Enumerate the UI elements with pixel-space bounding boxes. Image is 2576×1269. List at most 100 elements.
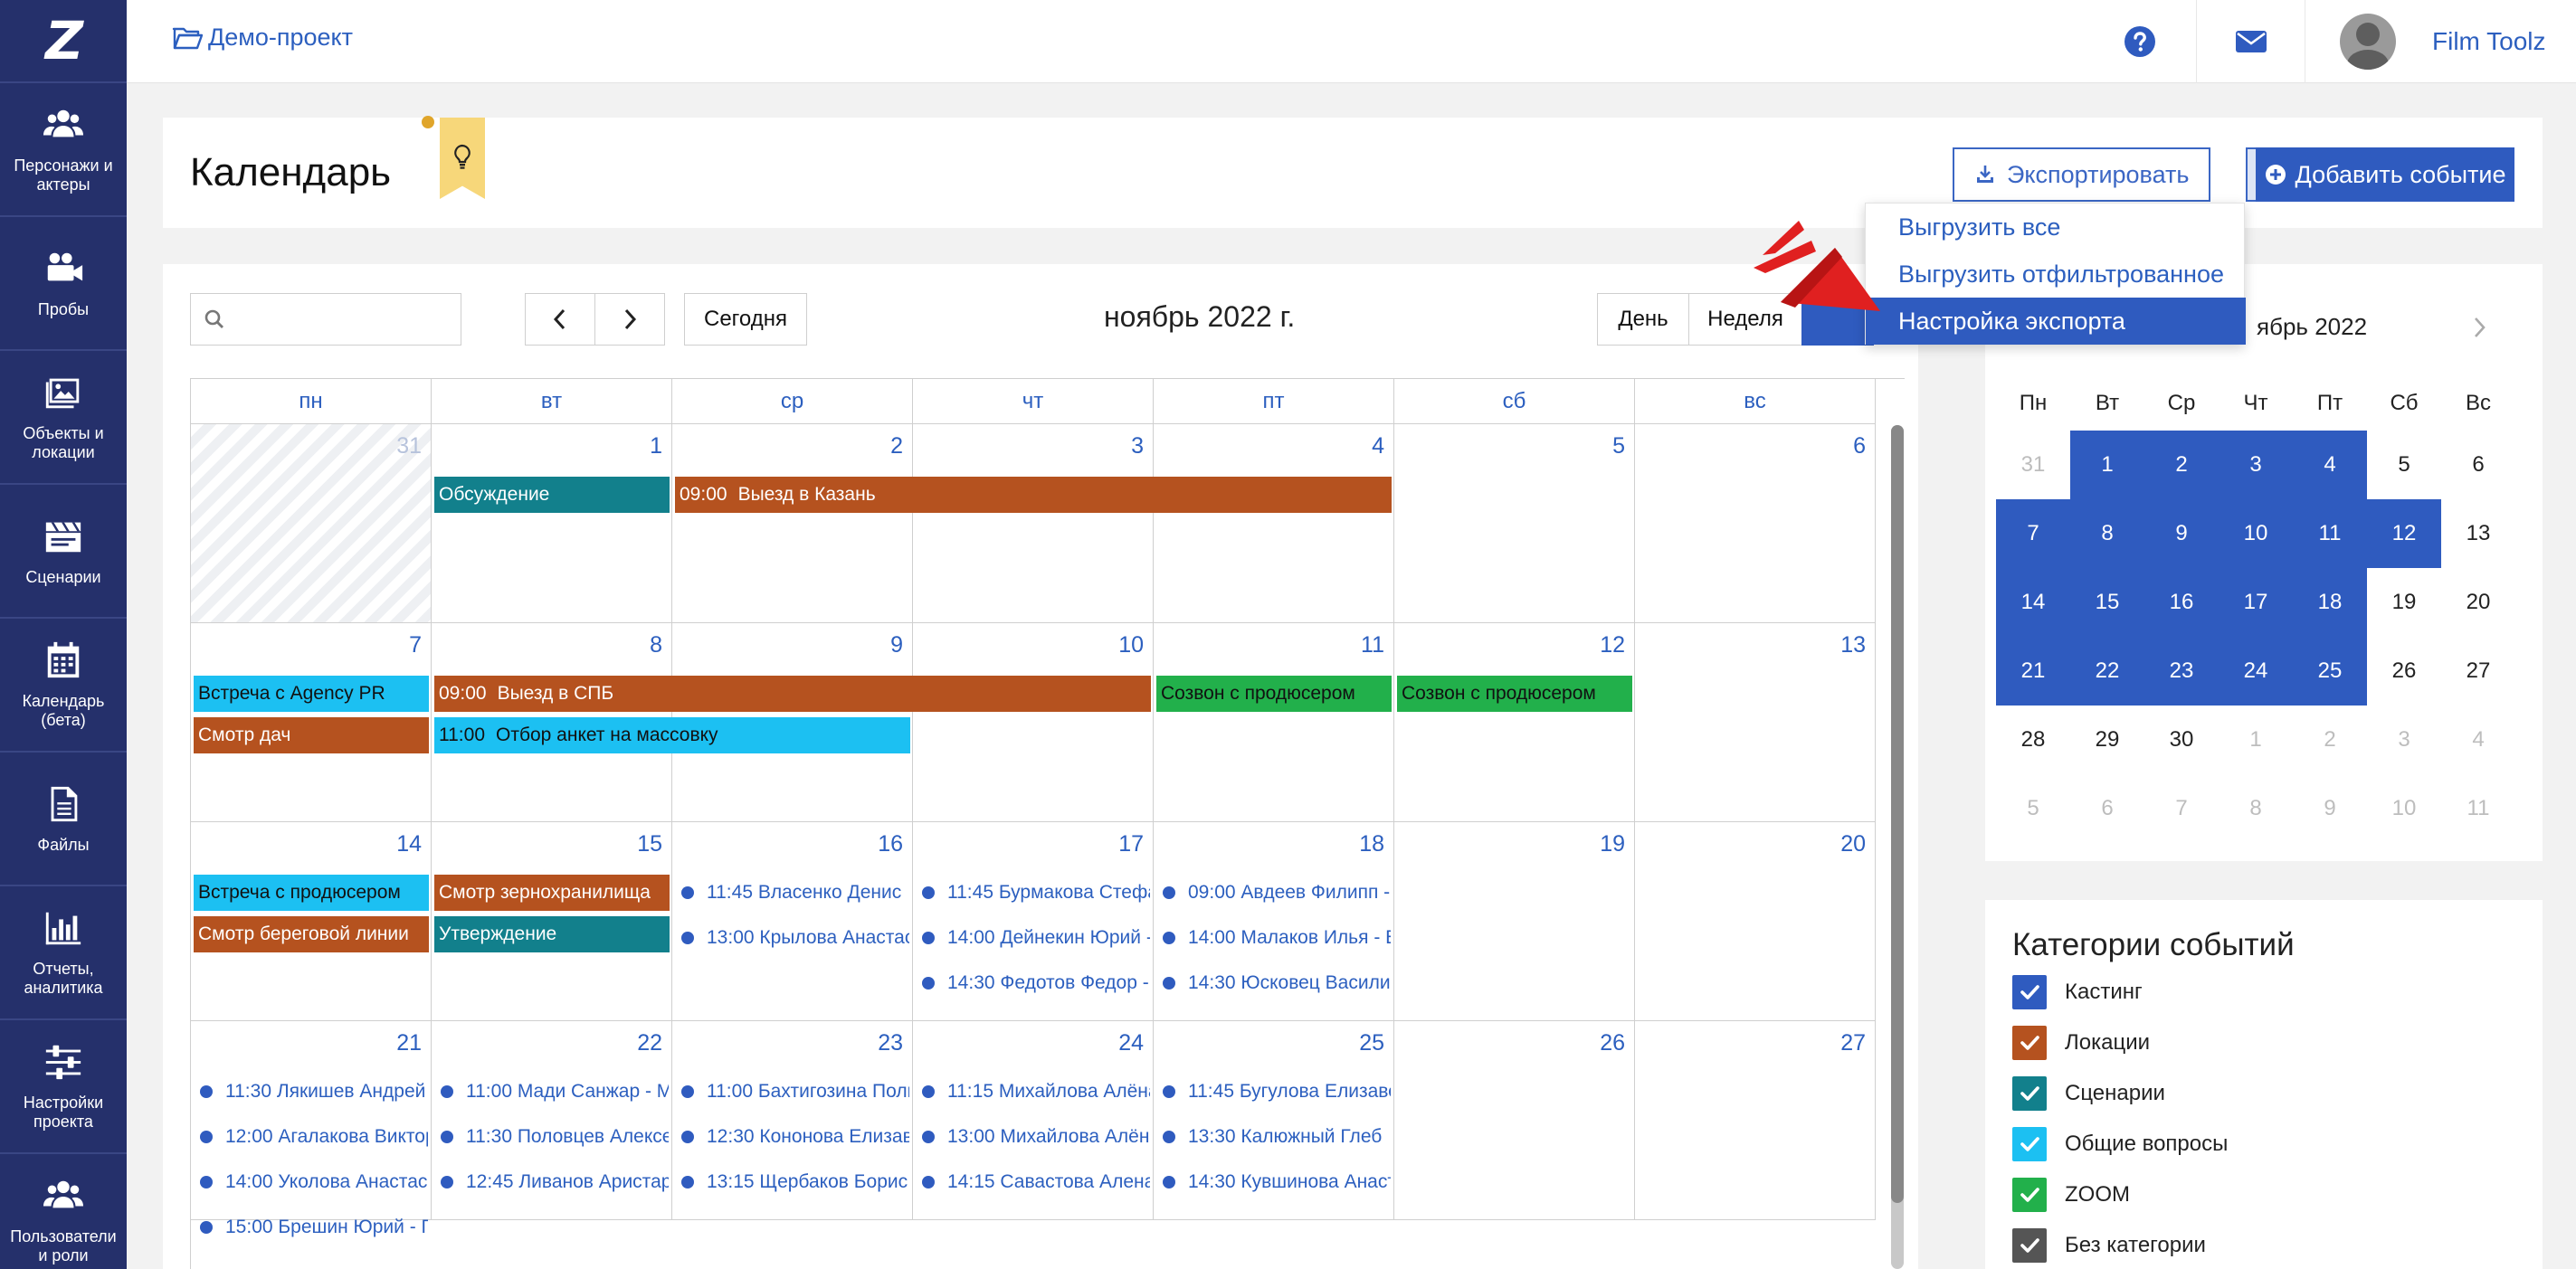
mini-day[interactable]: 15 — [2070, 568, 2144, 637]
mini-day[interactable]: 10 — [2367, 774, 2441, 843]
day-cell[interactable]: 1 — [432, 424, 672, 623]
mini-day[interactable]: 28 — [1996, 706, 2070, 774]
category-checkbox[interactable] — [2012, 1228, 2047, 1263]
sidebar-item-characters[interactable]: Персонажи и актеры — [0, 83, 127, 217]
mini-day[interactable]: 22 — [2070, 637, 2144, 706]
day-number[interactable]: 23 — [878, 1030, 903, 1056]
day-number[interactable]: 3 — [1131, 433, 1144, 459]
day-cell[interactable]: 3 — [913, 424, 1154, 623]
mini-day[interactable]: 12 — [2367, 499, 2441, 568]
mini-day[interactable]: 13 — [2441, 499, 2515, 568]
mini-day[interactable]: 8 — [2070, 499, 2144, 568]
event-item[interactable]: 13:30 Калюжный Глеб — [1163, 1119, 1391, 1155]
event-bar[interactable]: Обсуждение — [434, 477, 670, 513]
next-month-button[interactable] — [594, 293, 665, 346]
day-number[interactable]: 13 — [1840, 632, 1866, 658]
day-number[interactable]: 8 — [650, 632, 662, 658]
day-cell[interactable]: 12 — [1394, 623, 1635, 822]
day-cell[interactable]: 19 — [1394, 822, 1635, 1021]
event-item[interactable]: 11:15 Михайлова Алёна — [922, 1074, 1150, 1110]
mini-day[interactable]: 6 — [2441, 431, 2515, 499]
sidebar-item-scripts[interactable]: Сценарии — [0, 485, 127, 619]
category-checkbox[interactable] — [2012, 1076, 2047, 1111]
mini-day[interactable]: 23 — [2144, 637, 2219, 706]
day-number[interactable]: 17 — [1118, 831, 1144, 857]
day-number[interactable]: 2 — [890, 433, 903, 459]
export-button[interactable]: Экспортировать — [1953, 147, 2211, 202]
day-number[interactable]: 12 — [1600, 632, 1625, 658]
export-settings-item[interactable]: Настройка экспорта — [1866, 298, 2246, 345]
day-number[interactable]: 31 — [396, 433, 422, 459]
mini-day[interactable]: 1 — [2070, 431, 2144, 499]
search-field[interactable] — [190, 293, 461, 346]
day-number[interactable]: 26 — [1600, 1030, 1625, 1056]
event-bar[interactable]: Созвон с продюсером — [1397, 676, 1632, 712]
category-item[interactable]: Общие вопросы — [2012, 1126, 2228, 1162]
mini-day[interactable]: 3 — [2367, 706, 2441, 774]
mini-day[interactable]: 2 — [2293, 706, 2367, 774]
mini-day[interactable]: 7 — [1996, 499, 2070, 568]
day-cell[interactable]: 31 — [191, 424, 432, 623]
day-number[interactable]: 15 — [637, 831, 662, 857]
event-item[interactable]: 12:30 Кононова Елизавета — [681, 1119, 909, 1155]
category-item[interactable]: ZOOM — [2012, 1177, 2130, 1213]
day-number[interactable]: 11 — [1361, 632, 1384, 658]
add-event-button[interactable]: Добавить событие — [2256, 147, 2514, 202]
event-item[interactable]: 13:15 Щербаков Борис — [681, 1164, 909, 1200]
event-item[interactable]: 11:00 Мади Санжар - М — [441, 1074, 669, 1110]
mini-day[interactable]: 29 — [2070, 706, 2144, 774]
event-item[interactable]: 14:30 Юсковец Василий — [1163, 965, 1391, 1001]
event-item[interactable]: 12:00 Агалакова Виктория — [200, 1119, 428, 1155]
event-bar[interactable]: Смотр дач — [194, 717, 429, 753]
event-item[interactable]: 11:45 Бугулова Елизавета — [1163, 1074, 1391, 1110]
event-bar[interactable]: Смотр зернохранилища — [434, 875, 670, 911]
mini-day[interactable]: 20 — [2441, 568, 2515, 637]
event-item[interactable]: 11:45 Бурмакова Стефания — [922, 875, 1150, 911]
prev-month-button[interactable] — [525, 293, 595, 346]
app-logo[interactable]: Z — [0, 0, 127, 83]
category-item[interactable]: Сценарии — [2012, 1075, 2165, 1112]
mini-day[interactable]: 3 — [2219, 431, 2293, 499]
user-menu[interactable]: Film Toolz — [2305, 0, 2576, 83]
category-item[interactable]: Локации — [2012, 1025, 2150, 1061]
mini-day[interactable]: 5 — [2367, 431, 2441, 499]
day-number[interactable]: 25 — [1359, 1030, 1384, 1056]
day-number[interactable]: 5 — [1612, 433, 1625, 459]
sidebar-item-calendar[interactable]: Календарь (бета) — [0, 619, 127, 753]
category-checkbox[interactable] — [2012, 1178, 2047, 1212]
mini-day[interactable]: 9 — [2293, 774, 2367, 843]
day-cell[interactable]: 2 — [672, 424, 913, 623]
day-cell[interactable]: 4 — [1154, 424, 1394, 623]
mini-day[interactable]: 26 — [2367, 637, 2441, 706]
mini-day[interactable]: 11 — [2293, 499, 2367, 568]
mini-day[interactable]: 16 — [2144, 568, 2219, 637]
event-item[interactable]: 14:15 Савастова Алена — [922, 1164, 1150, 1200]
day-cell[interactable]: 10 — [913, 623, 1154, 822]
day-number[interactable]: 6 — [1853, 433, 1866, 459]
day-number[interactable]: 16 — [878, 831, 903, 857]
event-item[interactable]: 14:30 Федотов Федор - — [922, 965, 1150, 1001]
mini-day[interactable]: 19 — [2367, 568, 2441, 637]
day-number[interactable]: 27 — [1840, 1030, 1866, 1056]
sidebar-item-files[interactable]: Файлы — [0, 753, 127, 886]
day-cell[interactable]: 13 — [1635, 623, 1876, 822]
event-item[interactable]: 11:30 Лякишев Андрей — [200, 1074, 428, 1110]
event-item[interactable]: 14:00 Дейнекин Юрий - — [922, 920, 1150, 956]
day-number[interactable]: 20 — [1840, 831, 1866, 857]
day-number[interactable]: 19 — [1600, 831, 1625, 857]
sidebar-item-users[interactable]: Пользователи и роли — [0, 1154, 127, 1269]
mini-day[interactable]: 25 — [2293, 637, 2367, 706]
day-number[interactable]: 22 — [637, 1030, 662, 1056]
mini-day[interactable]: 2 — [2144, 431, 2219, 499]
category-checkbox[interactable] — [2012, 975, 2047, 1009]
mini-day[interactable]: 18 — [2293, 568, 2367, 637]
mini-day[interactable]: 4 — [2441, 706, 2515, 774]
event-item[interactable]: 11:45 Власенко Денис — [681, 875, 909, 911]
sidebar-item-auditions[interactable]: Пробы — [0, 217, 127, 351]
view-day-button[interactable]: День — [1597, 293, 1689, 346]
mini-day[interactable]: 24 — [2219, 637, 2293, 706]
mini-day[interactable]: 5 — [1996, 774, 2070, 843]
mini-day[interactable]: 27 — [2441, 637, 2515, 706]
day-number[interactable]: 9 — [890, 632, 903, 658]
event-item[interactable]: 11:30 Половцев Алексей — [441, 1119, 669, 1155]
